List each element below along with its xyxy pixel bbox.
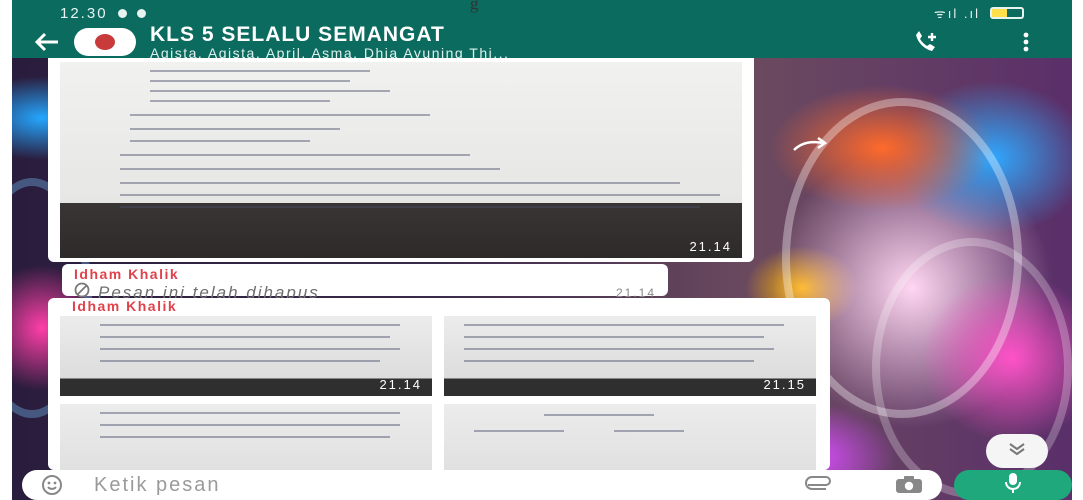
chat-title-block[interactable]: KLS 5 SELALU SEMANGAT Agista, Agista, Ap… — [150, 24, 509, 60]
battery-icon — [990, 7, 1024, 19]
forward-arrow-icon[interactable] — [792, 136, 828, 154]
add-call-icon[interactable] — [906, 26, 946, 58]
status-time: 12.30 — [60, 4, 108, 22]
page-caption: g — [470, 0, 479, 13]
camera-icon[interactable] — [894, 475, 924, 495]
scroll-down-icon — [1007, 442, 1027, 461]
more-vert-icon[interactable] — [1006, 26, 1046, 58]
message-time: 21.15 — [763, 377, 806, 392]
emoji-icon[interactable] — [40, 473, 64, 497]
image-thumbnail[interactable]: 21.15 — [444, 316, 816, 396]
signal-icon: ᯤıl .ıl — [933, 6, 980, 21]
message-image-group[interactable]: Idham Khalik 21.14 21.15 — [48, 298, 830, 484]
image-thumbnail[interactable]: 21.14 — [60, 316, 432, 396]
notification-icon — [136, 8, 146, 18]
notification-icon — [117, 8, 127, 18]
message-image[interactable]: 21.14 — [48, 58, 754, 262]
message-input[interactable] — [94, 473, 804, 497]
sender-name: Idham Khalik — [74, 266, 180, 282]
mic-button[interactable] — [954, 470, 1072, 500]
back-arrow-icon[interactable] — [26, 26, 68, 58]
sender-name: Idham Khalik — [72, 298, 178, 314]
message-deleted[interactable]: Idham Khalik Pesan ini telah dihapus 21.… — [62, 264, 668, 302]
scroll-down-button[interactable] — [986, 434, 1048, 468]
notebook-photo[interactable]: 21.14 — [60, 62, 742, 258]
attach-icon[interactable] — [804, 476, 834, 494]
chat-header: KLS 5 SELALU SEMANGAT Agista, Agista, Ap… — [12, 24, 1072, 60]
group-avatar[interactable] — [74, 28, 136, 56]
message-time: 21.14 — [379, 377, 422, 392]
mic-icon — [1004, 472, 1022, 499]
chat-title: KLS 5 SELALU SEMANGAT — [150, 23, 445, 46]
message-time: 21.14 — [689, 239, 732, 254]
message-composer — [22, 470, 942, 500]
